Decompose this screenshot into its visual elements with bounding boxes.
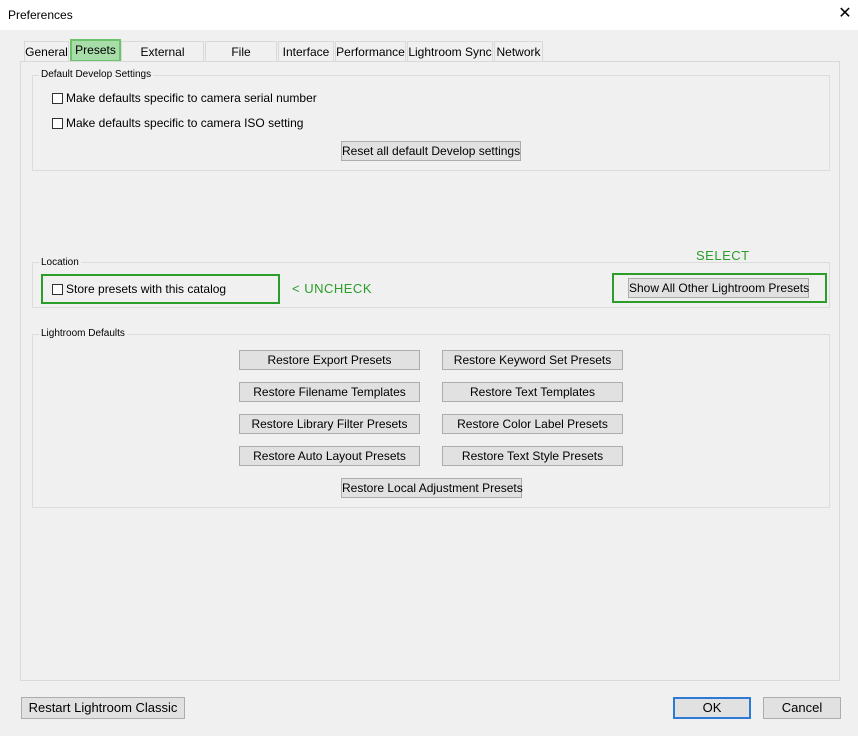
tab-performance[interactable]: Performance: [335, 41, 406, 61]
show-all-presets-button[interactable]: Show All Other Lightroom Presets: [628, 278, 809, 298]
default-develop-legend: Default Develop Settings: [39, 69, 154, 80]
restore-text-templates-button[interactable]: Restore Text Templates: [442, 382, 623, 402]
iso-setting-label: Make defaults specific to camera ISO set…: [66, 116, 304, 130]
tab-presets[interactable]: Presets: [70, 39, 121, 62]
restore-export-presets-button[interactable]: Restore Export Presets: [239, 350, 420, 370]
tab-file-handling[interactable]: File Handling: [205, 41, 277, 79]
location-legend: Location: [39, 257, 81, 268]
window-title: Preferences: [8, 8, 73, 22]
store-presets-label: Store presets with this catalog: [66, 282, 227, 296]
uncheck-annotation: < UNCHECK: [292, 281, 372, 296]
restore-color-label-presets-button[interactable]: Restore Color Label Presets: [442, 414, 623, 434]
restart-lightroom-button[interactable]: Restart Lightroom Classic: [21, 697, 185, 719]
tab-network[interactable]: Network: [494, 41, 543, 61]
lightroom-defaults-legend: Lightroom Defaults: [39, 328, 127, 339]
reset-develop-settings-button[interactable]: Reset all default Develop settings: [341, 141, 521, 161]
serial-number-checkbox[interactable]: [52, 92, 63, 104]
restore-local-adjustment-presets-button[interactable]: Restore Local Adjustment Presets: [341, 478, 523, 498]
iso-setting-option[interactable]: Make defaults specific to camera ISO set…: [52, 115, 303, 131]
restore-auto-layout-presets-button[interactable]: Restore Auto Layout Presets: [239, 446, 420, 466]
serial-number-option[interactable]: Make defaults specific to camera serial …: [52, 90, 317, 106]
tab-interface[interactable]: Interface: [278, 41, 334, 61]
store-presets-checkbox[interactable]: [52, 283, 63, 295]
store-presets-option[interactable]: Store presets with this catalog: [52, 281, 226, 297]
select-annotation: SELECT: [696, 248, 750, 263]
restore-filename-templates-button[interactable]: Restore Filename Templates: [239, 382, 420, 402]
tab-lightroom-sync[interactable]: Lightroom Sync: [407, 41, 493, 61]
ok-button[interactable]: OK: [673, 697, 751, 719]
close-icon[interactable]: ✕: [836, 4, 854, 24]
serial-number-label: Make defaults specific to camera serial …: [66, 91, 317, 105]
restore-text-style-presets-button[interactable]: Restore Text Style Presets: [442, 446, 623, 466]
restore-library-filter-presets-button[interactable]: Restore Library Filter Presets: [239, 414, 420, 434]
cancel-button[interactable]: Cancel: [763, 697, 841, 719]
tab-general[interactable]: General: [24, 41, 69, 61]
title-bar: [0, 0, 858, 30]
restore-keyword-set-presets-button[interactable]: Restore Keyword Set Presets: [442, 350, 623, 370]
tab-external-editing[interactable]: External Editing: [121, 41, 204, 79]
iso-setting-checkbox[interactable]: [52, 117, 63, 129]
